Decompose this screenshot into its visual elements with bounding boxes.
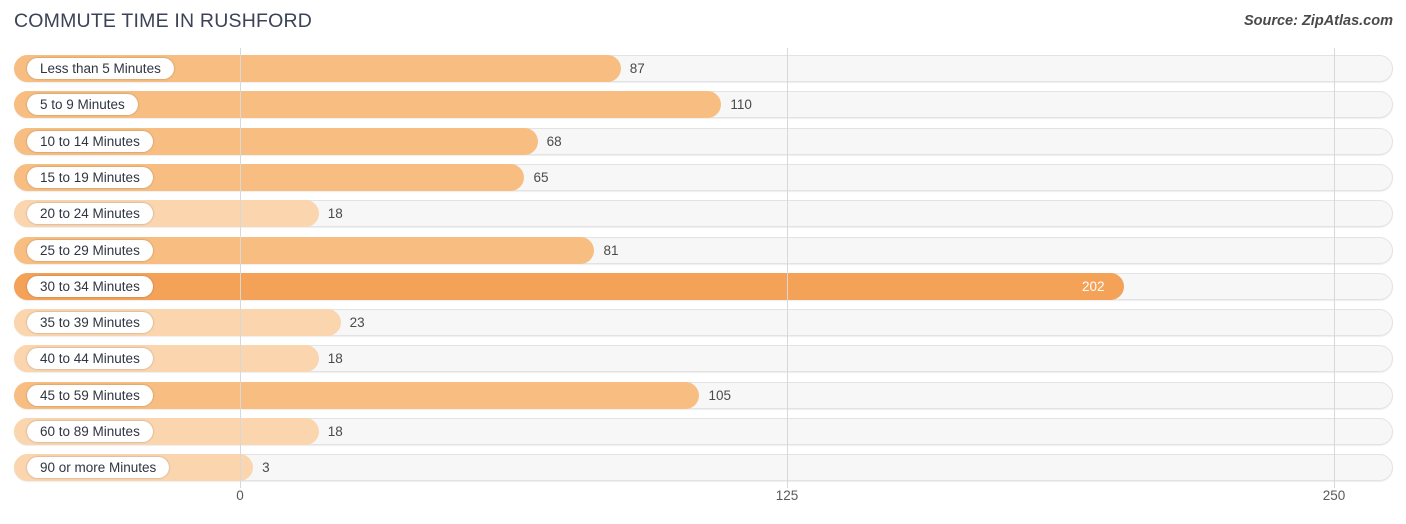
bar-category-label: 5 to 9 Minutes	[27, 94, 138, 116]
bar-row[interactable]: 15 to 19 Minutes 65	[14, 163, 1393, 191]
x-axis-tick-label: 250	[1322, 488, 1346, 503]
bar-row[interactable]: 10 to 14 Minutes 68	[14, 127, 1393, 155]
bar-value-label: 87	[629, 61, 645, 76]
bar-value-label: 18	[327, 206, 343, 222]
bar-fill	[14, 272, 1124, 300]
bar-value-label: 18	[327, 424, 343, 439]
bar-value-label: 68	[546, 133, 562, 149]
bar-category-label: 10 to 14 Minutes	[27, 130, 153, 152]
bar-row[interactable]: 40 to 44 Minutes 18	[14, 345, 1393, 373]
bar-value-label: 105	[708, 387, 731, 403]
bar-category-label: 35 to 39 Minutes	[27, 312, 153, 334]
bar-row[interactable]: 20 to 24 Minutes 18	[14, 200, 1393, 228]
bar-value-label: 23	[349, 315, 365, 331]
bar-value-label: 110	[730, 97, 752, 113]
bar-category-label: 40 to 44 Minutes	[27, 348, 153, 370]
bar-category-label: 45 to 59 Minutes	[27, 384, 153, 406]
bar-rows: Less than 5 Minutes 87 5 to 9 Minutes 110 10…	[0, 48, 1406, 488]
bar-category-label: 15 to 19 Minutes	[27, 166, 153, 188]
bar-row[interactable]: 5 to 9 Minutes 110	[14, 91, 1393, 119]
source-attribution: Source: ZipAtlas.com	[1243, 13, 1393, 29]
bar-value-label: 202	[1081, 278, 1105, 294]
bar-row[interactable]: 30 to 34 Minutes 202	[14, 272, 1393, 300]
x-axis-tick-label: 125	[775, 488, 799, 503]
bar-row[interactable]: Less than 5 Minutes 87	[14, 55, 1393, 82]
bar-value-label: 18	[327, 351, 343, 367]
page-title: COMMUTE TIME IN RUSHFORD	[14, 10, 313, 32]
bar-category-label: 30 to 34 Minutes	[27, 275, 153, 297]
bar-category-label: 90 or more Minutes	[27, 457, 170, 479]
chart-header: COMMUTE TIME IN RUSHFORD Source: ZipAtla…	[0, 0, 1406, 46]
bar-category-label: 20 to 24 Minutes	[27, 203, 153, 225]
bar-value-label: 65	[533, 169, 549, 185]
bar-row[interactable]: 90 or more Minutes 3	[14, 454, 1393, 482]
x-axis: 0 125 250	[0, 488, 1406, 524]
bar-category-label: 60 to 89 Minutes	[27, 421, 153, 442]
bar-category-label: 25 to 29 Minutes	[27, 239, 153, 261]
bar-category-label: Less than 5 Minutes	[27, 58, 174, 79]
bar-value-label: 3	[262, 460, 270, 476]
bar-row[interactable]: 45 to 59 Minutes 105	[14, 381, 1393, 409]
x-axis-tick-label: 0	[236, 488, 244, 503]
bar-value-label: 81	[603, 242, 619, 258]
bar-row[interactable]: 35 to 39 Minutes 23	[14, 309, 1393, 337]
bar-row[interactable]: 25 to 29 Minutes 81	[14, 236, 1393, 264]
chart-plot-area: Less than 5 Minutes 87 5 to 9 Minutes 110 10…	[0, 48, 1406, 488]
bar-row[interactable]: 60 to 89 Minutes 18	[14, 418, 1393, 445]
